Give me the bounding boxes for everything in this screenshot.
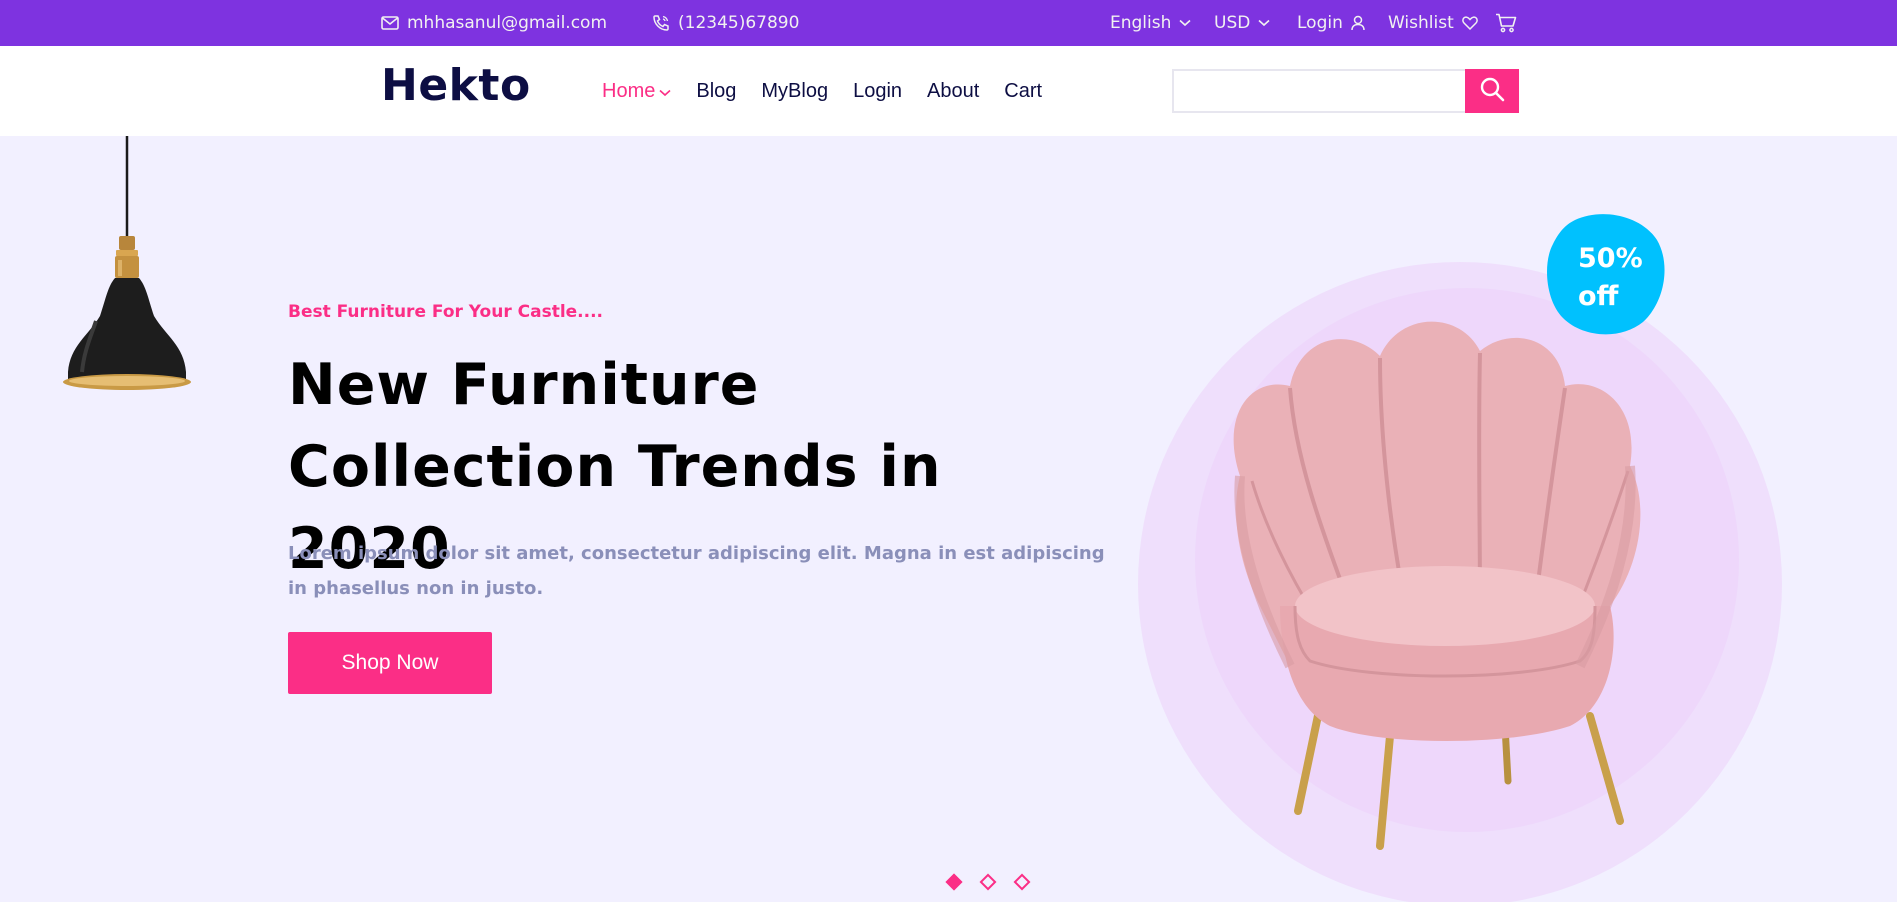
- language-label: English: [1110, 13, 1172, 33]
- nav-item-myblog[interactable]: MyBlog: [761, 80, 828, 103]
- language-select[interactable]: English: [1110, 0, 1191, 46]
- wishlist-link[interactable]: Wishlist: [1388, 0, 1478, 46]
- user-icon: [1351, 15, 1365, 31]
- slider-dot[interactable]: [945, 873, 963, 891]
- hero-subtitle: Best Furniture For Your Castle....: [288, 302, 604, 322]
- discount-percent: 50%: [1578, 243, 1643, 274]
- nav-item-home[interactable]: Home: [602, 80, 671, 103]
- phone-contact[interactable]: (12345)67890: [652, 0, 799, 46]
- nav-item-cart[interactable]: Cart: [1004, 80, 1042, 103]
- mail-icon: [381, 16, 399, 30]
- slider-dot[interactable]: [979, 873, 997, 891]
- top-bar: mhhasanul@gmail.com (12345)67890 English…: [0, 0, 1897, 46]
- search-bar: [1172, 69, 1519, 113]
- login-label: Login: [1297, 13, 1343, 33]
- slider-dots: [945, 873, 1031, 891]
- nav-item-label: Home: [602, 79, 656, 102]
- wishlist-label: Wishlist: [1388, 13, 1454, 33]
- discount-suffix: off: [1578, 281, 1619, 312]
- top-login-link[interactable]: Login: [1297, 0, 1365, 46]
- nav-links: Home Blog MyBlog Login About Cart: [602, 46, 1042, 136]
- email-text: mhhasanul@gmail.com: [407, 13, 607, 33]
- chevron-down-icon: [659, 80, 671, 103]
- email-contact[interactable]: mhhasanul@gmail.com: [381, 0, 607, 46]
- cart-icon: [1495, 13, 1517, 33]
- chevron-down-icon: [1179, 19, 1191, 27]
- pendant-lamp-image: [36, 136, 206, 466]
- cart-button[interactable]: [1495, 0, 1517, 46]
- nav-item-login[interactable]: Login: [853, 80, 902, 103]
- phone-text: (12345)67890: [678, 13, 800, 33]
- discount-badge-text: 50% off: [1578, 240, 1668, 316]
- nav-item-about[interactable]: About: [927, 80, 979, 103]
- main-navbar: Hekto Home Blog MyBlog Login About Cart: [0, 46, 1897, 136]
- site-logo[interactable]: Hekto: [381, 60, 531, 111]
- hero-description: Lorem ipsum dolor sit amet, consectetur …: [288, 543, 1105, 599]
- pink-armchair-image: [1180, 306, 1700, 866]
- hero-banner: Best Furniture For Your Castle.... New F…: [0, 136, 1897, 902]
- slider-dot[interactable]: [1013, 873, 1031, 891]
- currency-label: USD: [1214, 13, 1251, 33]
- heart-icon: [1461, 16, 1478, 30]
- phone-icon: [652, 14, 670, 32]
- chevron-down-icon: [1258, 19, 1270, 27]
- currency-select[interactable]: USD: [1214, 0, 1270, 46]
- shop-now-button[interactable]: Shop Now: [288, 632, 492, 694]
- search-button[interactable]: [1465, 69, 1519, 113]
- nav-item-blog[interactable]: Blog: [696, 80, 736, 103]
- search-icon: [1479, 76, 1505, 106]
- search-input[interactable]: [1172, 69, 1465, 113]
